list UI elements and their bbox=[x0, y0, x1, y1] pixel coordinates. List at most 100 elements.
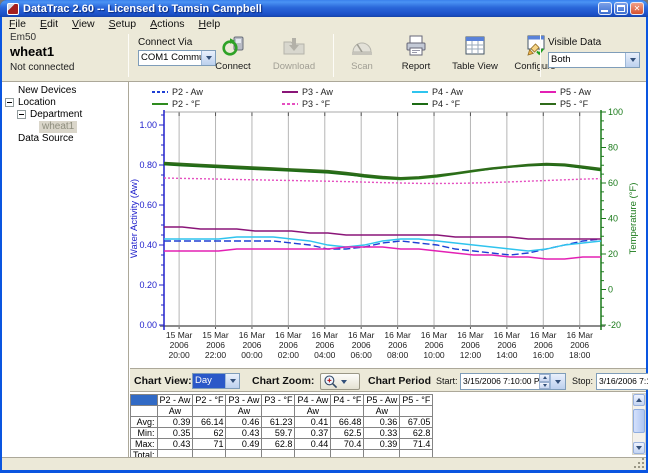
table-cell: 59.7 bbox=[262, 428, 295, 439]
maximize-icon bbox=[617, 5, 625, 12]
x-tick-label: 16 Mar bbox=[530, 330, 557, 340]
table-scrollbar[interactable] bbox=[632, 393, 646, 455]
table-row-max: Max:0.43710.4962.80.4470.40.3971.4 bbox=[131, 439, 433, 450]
column-header-p2-f[interactable]: P2 - °F bbox=[193, 395, 226, 406]
sidebar-tree: New DevicesLocationDepartmentwheat1Data … bbox=[2, 82, 129, 457]
table-cell: 62 bbox=[193, 428, 226, 439]
x-tick-label: 2006 bbox=[279, 340, 298, 350]
download-icon bbox=[265, 33, 323, 60]
x-tick-label: 02:00 bbox=[278, 350, 300, 360]
x-tick-label: 08:00 bbox=[387, 350, 409, 360]
subheader-cell: Aw bbox=[295, 406, 331, 417]
collapse-icon[interactable] bbox=[17, 110, 26, 119]
chart-period-label: Chart Period bbox=[368, 373, 431, 389]
x-tick-label: 16 Mar bbox=[421, 330, 448, 340]
tree-item-data-source[interactable]: Data Source bbox=[2, 133, 128, 145]
chart-period-start-field[interactable]: 3/15/2006 7:10:00 PM bbox=[460, 373, 566, 390]
table-cell: 66.48 bbox=[331, 417, 364, 428]
table-cell: 66.14 bbox=[193, 417, 226, 428]
visible-data-combo[interactable]: Both bbox=[548, 52, 640, 68]
table-cell: 71 bbox=[193, 439, 226, 450]
window-title: DataTrac 2.60 -- Licensed to Tamsin Camp… bbox=[23, 3, 598, 15]
x-tick-label: 2006 bbox=[242, 340, 261, 350]
chart-period-stop-label: Stop: bbox=[572, 373, 593, 389]
column-header-p2-aw[interactable]: P2 - Aw bbox=[157, 395, 193, 406]
x-tick-label: 2006 bbox=[534, 340, 553, 350]
menu-item-help[interactable]: Help bbox=[192, 18, 228, 30]
column-header-p5-f[interactable]: P5 - °F bbox=[400, 395, 433, 406]
visible-data-dropdown-icon[interactable] bbox=[625, 53, 639, 67]
connect-via-combo[interactable]: COM1 Communic bbox=[138, 50, 216, 66]
table-corner-cell[interactable] bbox=[131, 395, 158, 406]
titlebar[interactable]: DataTrac 2.60 -- Licensed to Tamsin Camp… bbox=[0, 0, 648, 17]
x-tick-label: 2006 bbox=[206, 340, 225, 350]
menu-item-view[interactable]: View bbox=[65, 18, 102, 30]
x-tick-label: 15 Mar bbox=[202, 330, 229, 340]
start-spinner[interactable] bbox=[539, 374, 550, 389]
connect-button[interactable]: Connect bbox=[206, 33, 260, 79]
main-area: New DevicesLocationDepartmentwheat1Data … bbox=[2, 82, 646, 457]
legend-swatch bbox=[540, 91, 556, 93]
chart[interactable]: 15 Mar200620:0015 Mar200622:0016 Mar2006… bbox=[130, 108, 646, 368]
visible-data-value: Both bbox=[549, 53, 625, 67]
chart-view-dropdown-icon[interactable] bbox=[225, 374, 239, 388]
legend-swatch bbox=[412, 91, 428, 93]
table-cell bbox=[331, 450, 364, 458]
report-button[interactable]: Report bbox=[390, 33, 442, 79]
menu-item-file[interactable]: File bbox=[2, 18, 33, 30]
chart-legend: P2 - AwP2 - °FP3 - AwP3 - °FP4 - AwP4 - … bbox=[130, 86, 646, 109]
legend-swatch bbox=[282, 103, 298, 105]
device-panel: Em50 wheat1 Not connected bbox=[10, 32, 126, 73]
scrollbar-thumb[interactable] bbox=[633, 409, 645, 433]
menu-item-setup[interactable]: Setup bbox=[102, 18, 143, 30]
table-cell: 67.05 bbox=[400, 417, 433, 428]
column-header-p5-aw[interactable]: P5 - Aw bbox=[364, 395, 400, 406]
column-header-p4-aw[interactable]: P4 - Aw bbox=[295, 395, 331, 406]
column-header-p4-f[interactable]: P4 - °F bbox=[331, 395, 364, 406]
tree-item-label: New Devices bbox=[15, 85, 79, 97]
legend-item-p5-aw: P5 - Aw bbox=[540, 86, 591, 98]
chart-period-stop-value: 3/16/2006 7:10:00 PM bbox=[597, 374, 648, 389]
tree-item-location[interactable]: Location bbox=[2, 97, 128, 109]
table-view-button[interactable]: Table View bbox=[446, 33, 504, 79]
app-icon bbox=[7, 3, 19, 15]
column-header-p3-aw[interactable]: P3 - Aw bbox=[226, 395, 262, 406]
scroll-up-button[interactable] bbox=[633, 394, 645, 406]
chart-view-combo[interactable]: Day bbox=[192, 373, 240, 389]
chart-panel: P2 - AwP2 - °FP3 - AwP3 - °FP4 - AwP4 - … bbox=[130, 82, 646, 457]
chart-zoom-button[interactable] bbox=[320, 373, 360, 390]
connect-via-label: Connect Via bbox=[138, 37, 192, 48]
x-tick-label: 16 Mar bbox=[494, 330, 521, 340]
x-tick-label: 16 Mar bbox=[457, 330, 484, 340]
legend-item-p2-aw: P2 - Aw bbox=[152, 86, 203, 98]
table-row-total: Total: bbox=[131, 450, 433, 458]
menu-item-edit[interactable]: Edit bbox=[33, 18, 65, 30]
chart-period-start-value: 3/15/2006 7:10:00 PM bbox=[461, 374, 539, 389]
x-tick-label: 2006 bbox=[170, 340, 189, 350]
menubar: FileEditViewSetupActionsHelp bbox=[2, 17, 646, 30]
collapse-icon[interactable] bbox=[5, 98, 14, 107]
table-cell bbox=[226, 450, 262, 458]
column-header-p3-f[interactable]: P3 - °F bbox=[262, 395, 295, 406]
start-dropdown-icon[interactable] bbox=[550, 374, 565, 389]
table-cell bbox=[262, 450, 295, 458]
tree-item-new-devices[interactable]: New Devices bbox=[2, 85, 128, 97]
tree-item-wheat1[interactable]: wheat1 bbox=[2, 121, 128, 133]
legend-swatch bbox=[152, 103, 168, 105]
close-button[interactable]: ✕ bbox=[630, 2, 644, 15]
table-cell: 0.44 bbox=[295, 439, 331, 450]
resize-grip[interactable] bbox=[642, 466, 644, 468]
menu-item-actions[interactable]: Actions bbox=[143, 18, 191, 30]
subheader-cell bbox=[193, 406, 226, 417]
maximize-button[interactable] bbox=[614, 2, 628, 15]
chart-period-stop-field[interactable]: 3/16/2006 7:10:00 PM bbox=[596, 373, 648, 390]
table-cell: 62.8 bbox=[400, 428, 433, 439]
scan-icon bbox=[339, 33, 385, 60]
toolbar-separator bbox=[333, 34, 334, 77]
minimize-button[interactable] bbox=[598, 2, 612, 15]
x-tick-label: 16 Mar bbox=[239, 330, 266, 340]
table-cell: 0.37 bbox=[295, 428, 331, 439]
scroll-down-button[interactable] bbox=[633, 442, 645, 454]
tree-item-department[interactable]: Department bbox=[2, 109, 128, 121]
x-tick-label: 04:00 bbox=[314, 350, 336, 360]
